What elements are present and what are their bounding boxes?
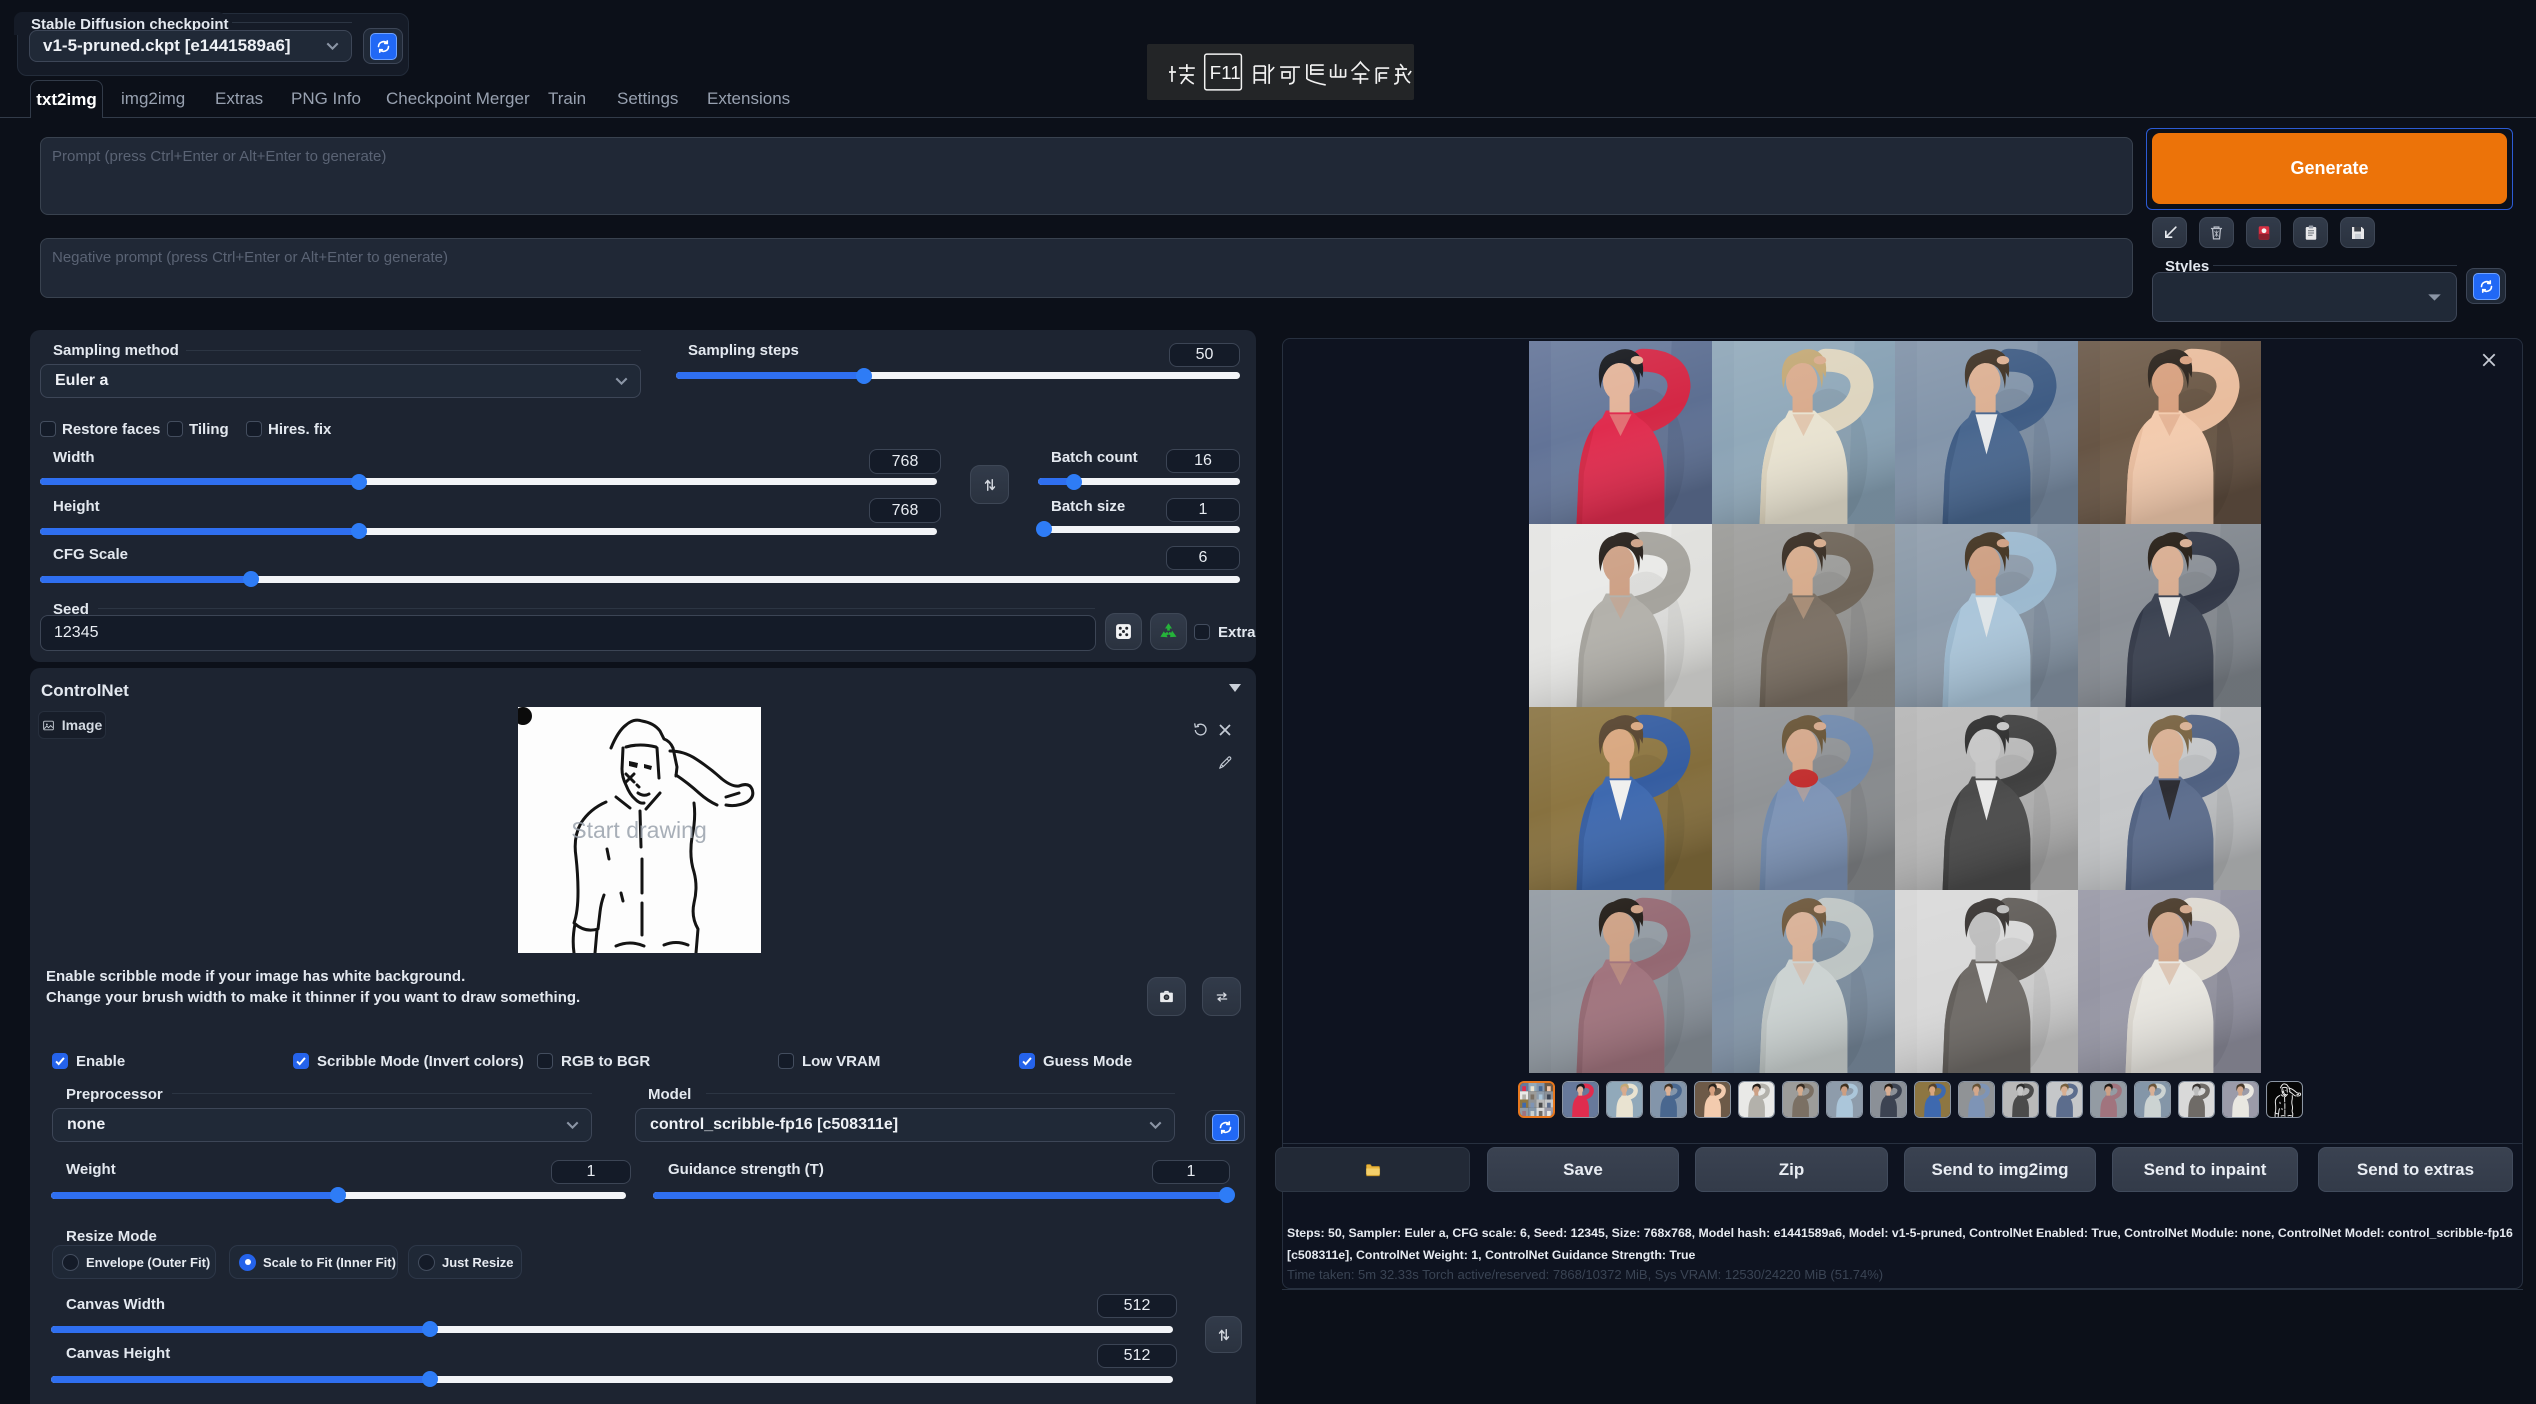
svg-text:F11: F11 xyxy=(1210,62,1241,83)
svg-text:Start drawing: Start drawing xyxy=(571,817,707,843)
